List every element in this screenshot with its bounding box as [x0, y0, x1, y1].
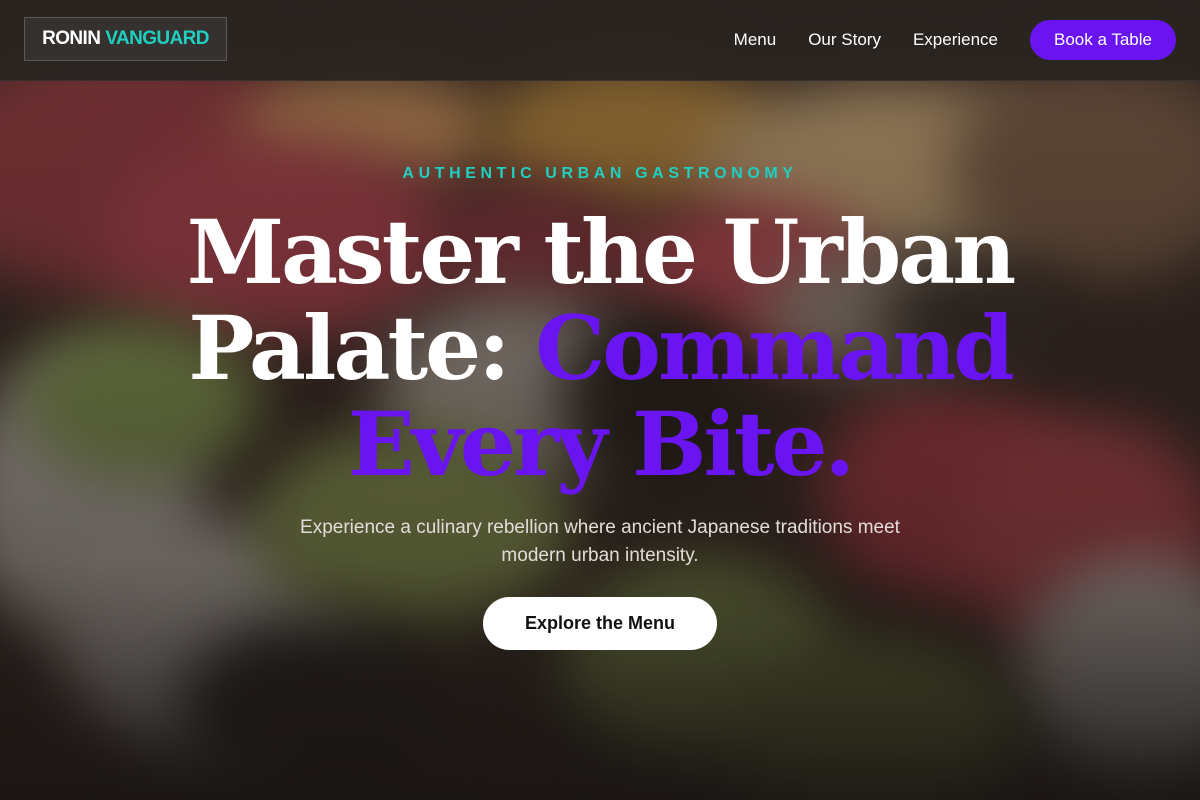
- site-header: RONIN VANGUARD Menu Our Story Experience…: [0, 0, 1200, 81]
- nav-link-menu[interactable]: Menu: [734, 30, 777, 50]
- hero-eyebrow: AUTHENTIC URBAN GASTRONOMY: [402, 165, 798, 182]
- hero-headline: Master the Urban Palate: Command Every B…: [0, 204, 1200, 492]
- headline-line-2-white: Palate:: [188, 296, 536, 400]
- hero-section: AUTHENTIC URBAN GASTRONOMY Master the Ur…: [0, 0, 1200, 800]
- nav-link-experience[interactable]: Experience: [913, 30, 998, 50]
- landing-page: RONIN VANGUARD Menu Our Story Experience…: [0, 0, 1200, 800]
- headline-line-2-accent: Command: [535, 296, 1014, 400]
- headline-line-3-accent: Every Bite.: [347, 392, 855, 496]
- nav-link-our-story[interactable]: Our Story: [808, 30, 881, 50]
- logo[interactable]: RONIN VANGUARD: [24, 17, 227, 61]
- main-nav: Menu Our Story Experience Book a Table: [734, 20, 1176, 60]
- headline-line-1: Master the Urban: [186, 200, 1016, 304]
- explore-menu-button[interactable]: Explore the Menu: [483, 597, 717, 650]
- book-a-table-button[interactable]: Book a Table: [1030, 20, 1176, 60]
- logo-word-vanguard: VANGUARD: [105, 28, 209, 49]
- logo-word-ronin: RONIN: [42, 28, 101, 49]
- hero-subtext: Experience a culinary rebellion where an…: [300, 517, 900, 566]
